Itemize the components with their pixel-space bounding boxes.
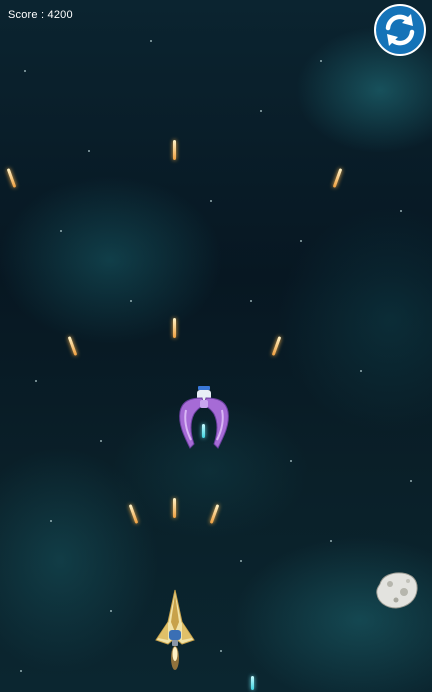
- game-canvas[interactable]: Score : 4200: [0, 0, 432, 692]
- player-bullet: [173, 318, 176, 338]
- star-field: [0, 0, 432, 692]
- player-bullet: [173, 498, 176, 518]
- score-label: Score : 4200: [8, 9, 73, 21]
- restart-button[interactable]: [374, 4, 426, 56]
- asteroid: [376, 572, 418, 609]
- player-spaceship: [155, 589, 195, 670]
- player-bullet: [173, 140, 176, 160]
- enemy-bullet: [251, 676, 254, 690]
- refresh-icon: [385, 14, 415, 46]
- enemy-spaceship: [179, 386, 229, 449]
